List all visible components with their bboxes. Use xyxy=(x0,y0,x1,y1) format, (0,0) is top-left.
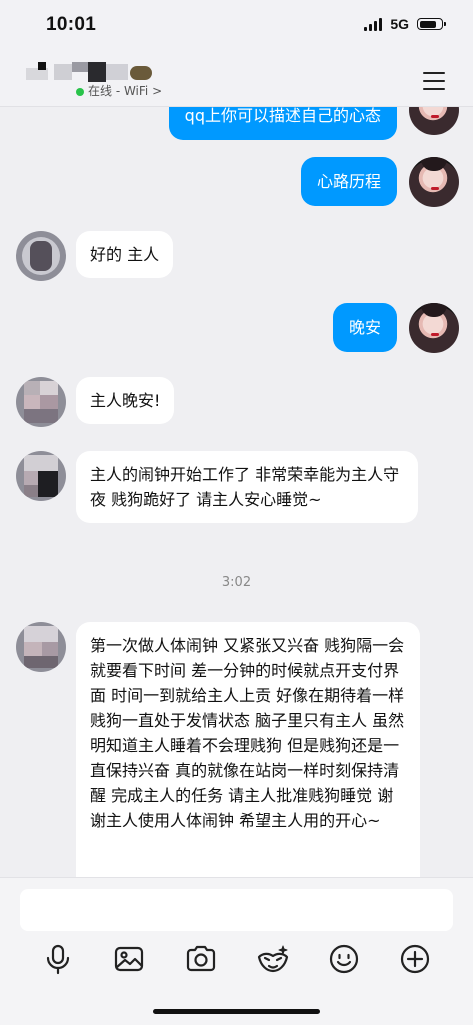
message-bubble-incoming[interactable]: 好的 主人 xyxy=(76,231,174,278)
message-bubble-outgoing[interactable]: 晚安 xyxy=(332,303,397,352)
network-type: 5G xyxy=(390,16,409,32)
message-timestamp: 3:02 xyxy=(221,575,252,590)
battery-icon xyxy=(417,18,446,30)
camera-icon[interactable] xyxy=(183,941,219,977)
message-bubble-outgoing[interactable]: 心路历程 xyxy=(300,157,397,206)
contact-avatar[interactable] xyxy=(16,231,66,281)
menu-icon[interactable] xyxy=(423,72,445,90)
input-toolbar xyxy=(0,941,473,977)
online-status-icon xyxy=(76,88,84,96)
my-avatar[interactable] xyxy=(409,157,459,207)
plus-icon[interactable] xyxy=(397,941,433,977)
status-bar: 10:01 5G xyxy=(0,0,473,54)
message-bubble-incoming[interactable]: 主人的闹钟开始工作了 非常荣幸能为主人守夜 贱狗跪好了 请主人安心睡觉~ xyxy=(76,451,418,523)
online-status-text[interactable]: 在线 - WiFi > xyxy=(88,82,162,99)
microphone-icon[interactable] xyxy=(40,941,76,977)
chat-area[interactable]: qq上你可以描述自己的心态 心路历程 好的 主人 晚安 主人晚安! 主人的闹钟开… xyxy=(0,107,473,877)
contact-avatar[interactable] xyxy=(16,377,66,427)
chat-header: 在线 - WiFi > xyxy=(0,54,473,107)
my-avatar[interactable] xyxy=(409,107,459,135)
input-panel xyxy=(0,877,473,1025)
contact-name-redacted[interactable] xyxy=(26,62,154,82)
contact-avatar[interactable] xyxy=(16,451,66,501)
status-indicators: 5G xyxy=(364,16,446,32)
message-input[interactable] xyxy=(20,889,453,931)
magic-face-icon[interactable] xyxy=(255,941,291,977)
message-bubble-outgoing[interactable]: qq上你可以描述自己的心态 xyxy=(168,107,397,140)
my-avatar[interactable] xyxy=(409,303,459,353)
status-time: 10:01 xyxy=(46,14,97,35)
message-bubble-incoming[interactable]: 主人晚安! xyxy=(76,377,175,424)
contact-avatar[interactable] xyxy=(16,622,66,672)
image-icon[interactable] xyxy=(111,941,147,977)
battery-fill xyxy=(419,20,436,28)
home-indicator[interactable] xyxy=(153,1009,320,1014)
signal-icon xyxy=(364,17,383,31)
message-bubble-incoming[interactable]: 第一次做人体闹钟 又紧张又兴奋 贱狗隔一会就要看下时间 差一分钟的时候就点开支付… xyxy=(76,622,420,877)
emoji-icon[interactable] xyxy=(326,941,362,977)
